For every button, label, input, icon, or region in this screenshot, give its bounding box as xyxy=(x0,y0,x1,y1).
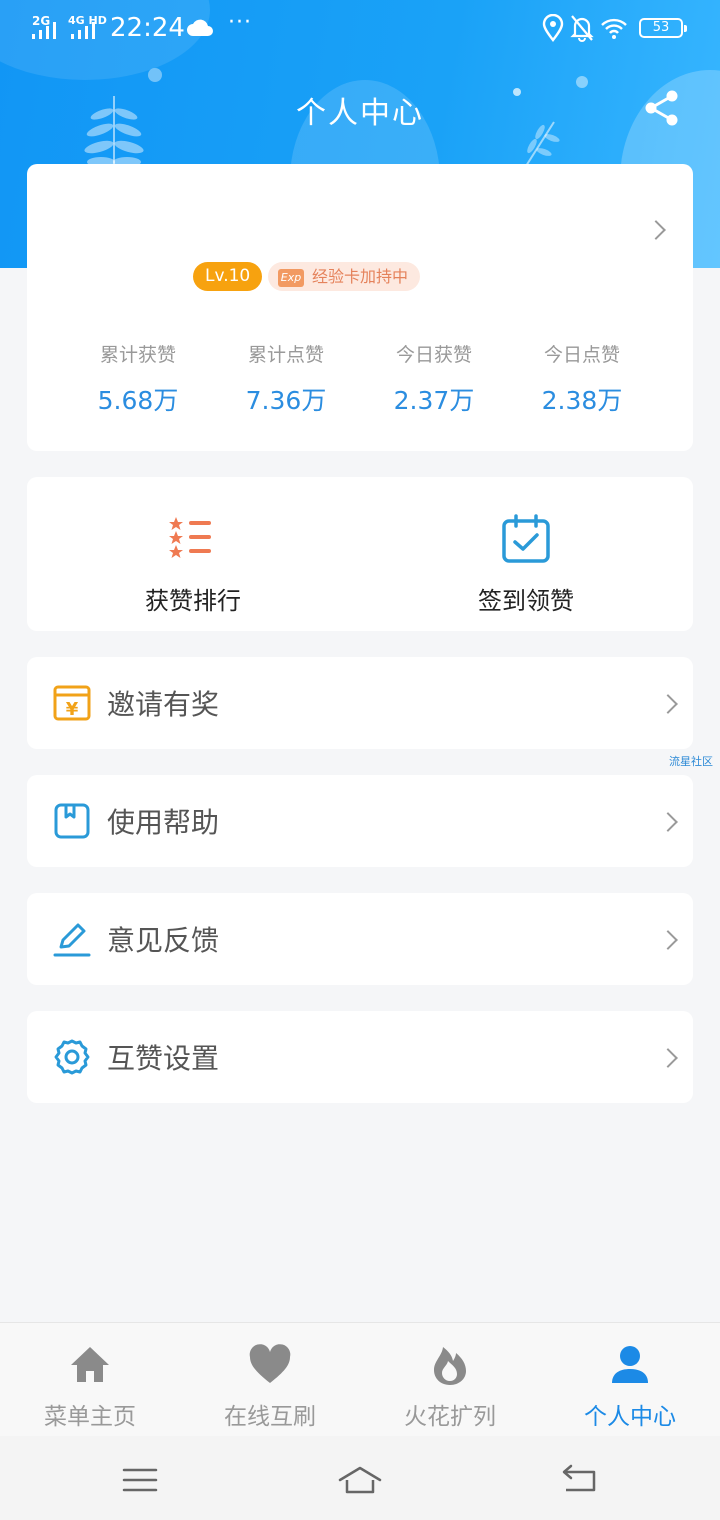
yuan-gift-icon: ¥ xyxy=(53,685,91,721)
level-badge: Lv.10 xyxy=(193,262,263,291)
bottom-tab-bar: 菜单主页 在线互刷 火花扩列 个人中心 xyxy=(0,1322,720,1437)
more-notifications: ··· xyxy=(228,10,252,35)
wifi-icon xyxy=(601,18,627,39)
signal-bars-icon xyxy=(32,22,56,39)
tab-label: 菜单主页 xyxy=(44,1404,136,1430)
stat-label: 今日获赞 xyxy=(395,344,472,366)
ranking-icon xyxy=(169,517,211,558)
tab-home[interactable]: 菜单主页 xyxy=(0,1323,180,1437)
system-nav-bar xyxy=(0,1436,720,1520)
quick-actions-card: 获赞排行 签到领赞 xyxy=(27,477,693,631)
home-nav-icon[interactable] xyxy=(338,1458,382,1502)
quick-action-label: 签到领赞 xyxy=(478,587,574,615)
menu-row-label: 使用帮助 xyxy=(107,806,220,839)
stat-total-given: 累计点赞 7.36万 xyxy=(211,340,361,417)
tab-label: 在线互刷 xyxy=(224,1404,316,1430)
stat-label: 累计获赞 xyxy=(99,344,176,366)
chevron-right-icon xyxy=(658,694,678,714)
menu-row-invite[interactable]: ¥ 邀请有奖 xyxy=(27,657,693,749)
tab-label: 个人中心 xyxy=(584,1404,676,1430)
status-bar: 2G 4G HD 22:24 ··· 53 xyxy=(0,0,720,58)
exp-card-text: 经验卡加持中 xyxy=(312,267,409,286)
calendar-check-icon xyxy=(502,514,550,563)
stat-value: 7.36万 xyxy=(245,386,327,415)
location-icon xyxy=(542,14,564,42)
stat-label: 累计点赞 xyxy=(247,344,324,366)
quick-action-label: 获赞排行 xyxy=(145,587,241,615)
stat-total-received: 累计获赞 5.68万 xyxy=(63,340,213,417)
back-icon[interactable] xyxy=(558,1458,602,1502)
heart-icon xyxy=(249,1344,291,1383)
chevron-right-icon xyxy=(658,930,678,950)
exp-card-badge: Exp 经验卡加持中 xyxy=(268,262,421,291)
menu-row-feedback[interactable]: 意见反馈 xyxy=(27,893,693,985)
share-icon[interactable] xyxy=(640,86,684,130)
flame-icon xyxy=(434,1347,466,1385)
tab-spark[interactable]: 火花扩列 xyxy=(360,1323,540,1437)
tab-profile[interactable]: 个人中心 xyxy=(540,1323,720,1437)
menu-row-help[interactable]: 使用帮助 xyxy=(27,775,693,867)
edit-icon xyxy=(53,923,91,957)
stat-value: 5.68万 xyxy=(97,386,179,415)
signal-bars-icon xyxy=(71,22,95,39)
chevron-right-icon xyxy=(658,812,678,832)
book-icon xyxy=(54,803,90,839)
tab-label: 火花扩列 xyxy=(404,1404,496,1430)
clock: 22:24 xyxy=(110,13,185,43)
stat-value: 2.38万 xyxy=(541,386,623,415)
ranking-button[interactable]: 获赞排行 xyxy=(93,513,293,616)
stat-label: 今日点赞 xyxy=(543,344,620,366)
user-icon xyxy=(612,1346,648,1383)
menu-row-label: 互赞设置 xyxy=(107,1042,220,1075)
profile-card[interactable]: Lv.10 Exp 经验卡加持中 累计获赞 5.68万 累计点赞 7.36万 今日… xyxy=(27,164,693,451)
menu-row-label: 意见反馈 xyxy=(107,924,220,957)
chevron-right-icon xyxy=(646,220,666,240)
stat-today-received: 今日获赞 2.37万 xyxy=(359,340,509,417)
chevron-right-icon xyxy=(658,1048,678,1068)
cloud-weather-icon xyxy=(187,19,213,36)
watermark-text: 流星社区 xyxy=(669,755,713,768)
page-title: 个人中心 xyxy=(296,96,424,131)
tab-online-swap[interactable]: 在线互刷 xyxy=(180,1323,360,1437)
battery-indicator: 53 xyxy=(639,18,687,38)
svg-text:¥: ¥ xyxy=(66,699,79,720)
stat-value: 2.37万 xyxy=(393,386,475,415)
home-icon xyxy=(71,1347,109,1382)
menu-row-settings[interactable]: 互赞设置 xyxy=(27,1011,693,1103)
stat-today-given: 今日点赞 2.38万 xyxy=(507,340,657,417)
bell-off-icon xyxy=(570,15,594,42)
exp-icon: Exp xyxy=(278,269,304,287)
menu-row-label: 邀请有奖 xyxy=(107,688,220,721)
check-in-button[interactable]: 签到领赞 xyxy=(426,513,626,616)
gear-icon xyxy=(54,1039,90,1075)
menu-icon[interactable] xyxy=(118,1458,162,1502)
